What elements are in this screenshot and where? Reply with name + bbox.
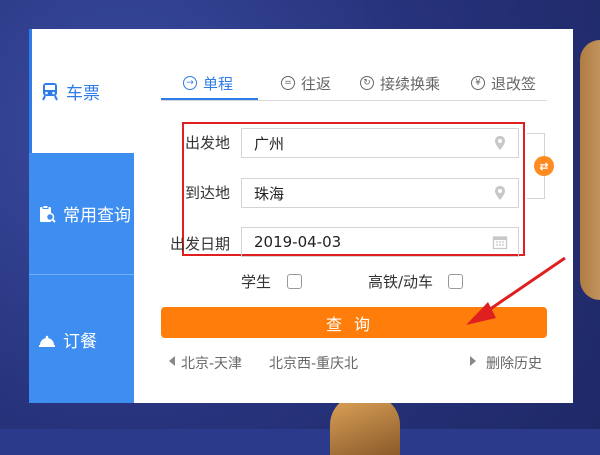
from-station-value: 广州 (254, 134, 285, 153)
active-tab-indicator (161, 98, 258, 100)
from-label: 出发地 (184, 134, 230, 152)
tab-one-way[interactable]: → 单程 (183, 67, 233, 99)
to-label: 到达地 (184, 184, 230, 202)
tab-label: 接续换乘 (380, 74, 441, 93)
tab-label: 单程 (203, 74, 234, 93)
sidebar-item-tickets[interactable]: 车票 (29, 29, 134, 153)
student-label: 学生 (241, 273, 272, 291)
refund-icon: ¥ (471, 76, 485, 90)
highspeed-label: 高铁/动车 (368, 273, 434, 291)
tab-label: 往返 (301, 74, 332, 93)
history-prev-icon[interactable] (169, 356, 175, 366)
sidebar-item-label: 订餐 (63, 332, 97, 352)
sidebar: 车票 常用查询 订餐 (29, 29, 134, 403)
history-item[interactable]: 北京-天津 (181, 353, 242, 373)
swap-stations-button[interactable]: ⇄ (534, 156, 554, 176)
to-station-value: 珠海 (254, 184, 285, 203)
round-trip-icon: = (281, 76, 295, 90)
location-pin-icon (495, 136, 505, 150)
ticket-search-panel: 车票 常用查询 订餐 → 单程 = 往返 ↻ 接续换乘 ¥ 退改签 出发地 广州… (29, 29, 573, 403)
clipboard-search-icon (37, 204, 57, 224)
sidebar-item-meal[interactable]: 订餐 (29, 276, 134, 403)
location-pin-icon (495, 186, 505, 200)
tab-label: 退改签 (491, 74, 537, 93)
tab-refund-change[interactable]: ¥ 退改签 (471, 67, 536, 99)
history-item[interactable]: 北京西-重庆北 (269, 353, 358, 373)
calendar-icon (492, 236, 508, 250)
trip-type-tabs: → 单程 = 往返 ↻ 接续换乘 ¥ 退改签 (161, 67, 547, 101)
departure-date-value: 2019-04-03 (254, 233, 342, 251)
student-checkbox[interactable] (287, 274, 302, 289)
decorative-shape-right (580, 40, 600, 300)
to-station-input[interactable]: 珠海 (241, 178, 519, 208)
meal-bell-icon (37, 330, 57, 350)
sidebar-item-label: 车票 (66, 83, 100, 104)
history-next-icon[interactable] (470, 356, 476, 366)
tab-round-trip[interactable]: = 往返 (281, 67, 331, 99)
transfer-icon: ↻ (360, 76, 374, 90)
sidebar-item-label: 常用查询 (63, 206, 131, 226)
arrow-right-circle-icon: → (183, 76, 197, 90)
highspeed-checkbox[interactable] (448, 274, 463, 289)
departure-date-input[interactable]: 2019-04-03 (241, 227, 519, 257)
from-station-input[interactable]: 广州 (241, 128, 519, 158)
tab-transfer[interactable]: ↻ 接续换乘 (360, 67, 440, 99)
date-label: 出发日期 (169, 235, 230, 253)
sidebar-item-common-query[interactable]: 常用查询 (29, 153, 134, 275)
clear-history-link[interactable]: 删除历史 (486, 353, 542, 373)
train-icon (40, 81, 60, 101)
decorative-shape-bottom (330, 395, 400, 455)
search-button[interactable]: 查询 (161, 307, 547, 338)
